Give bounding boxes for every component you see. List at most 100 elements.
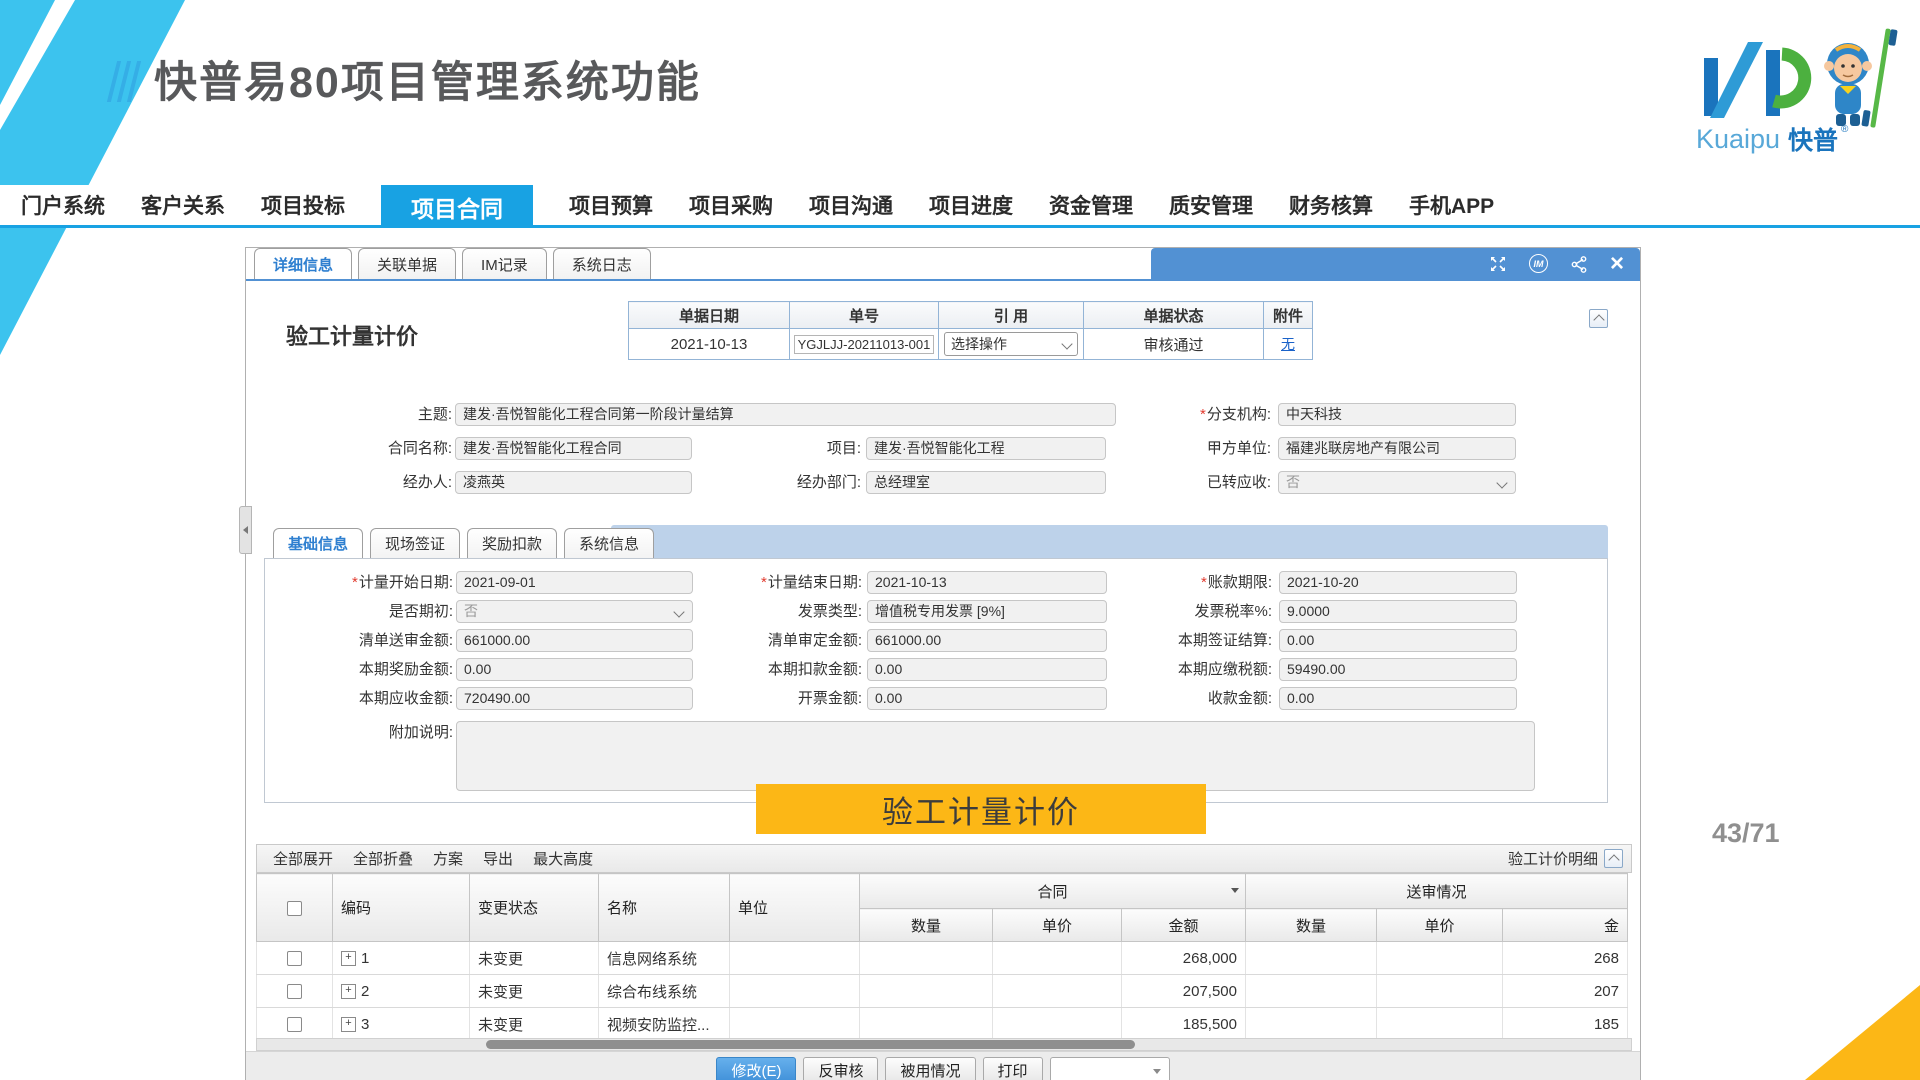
row-unit — [730, 1008, 860, 1041]
close-icon[interactable]: × — [1610, 255, 1624, 273]
group-review[interactable]: 送审情况 — [1246, 874, 1628, 909]
subtab-system-info[interactable]: 系统信息 — [564, 528, 654, 558]
collapse-grid-button[interactable] — [1604, 849, 1623, 868]
nav-item-crm[interactable]: 客户关系 — [141, 190, 225, 220]
collapse-header-button[interactable] — [1589, 309, 1608, 328]
row-review-amount: 185 — [1503, 1008, 1628, 1041]
scrollbar-thumb[interactable] — [486, 1040, 1135, 1049]
nav-item-procurement[interactable]: 项目采购 — [689, 190, 773, 220]
nav-item-budget[interactable]: 项目预算 — [569, 190, 653, 220]
invoiced-amount-field[interactable]: 0.00 — [867, 687, 1107, 710]
subject-field[interactable]: 建发·吾悦智能化工程合同第一阶段计量结算 — [455, 403, 1116, 426]
payment-deadline-field[interactable]: 2021-10-20 — [1279, 571, 1517, 594]
nav-item-portal[interactable]: 门户系统 — [21, 190, 105, 220]
col-name[interactable]: 名称 — [599, 874, 730, 942]
required-mark: * — [352, 574, 358, 591]
measure-start-field[interactable]: 2021-09-01 — [456, 571, 693, 594]
transferred-select[interactable]: 否 — [1278, 471, 1516, 494]
share-icon[interactable] — [1570, 255, 1588, 273]
col-review-price[interactable]: 单价 — [1377, 909, 1503, 942]
horizontal-scrollbar[interactable] — [256, 1038, 1632, 1051]
table-row[interactable]: +3 未变更 视频安防监控... 185,500 185 — [257, 1008, 1628, 1041]
invoice-type-field[interactable]: 增值税专用发票 [9%] — [867, 600, 1107, 623]
contract-name-field[interactable]: 建发·吾悦智能化工程合同 — [455, 437, 692, 460]
list-submitted-field[interactable]: 661000.00 — [456, 629, 693, 652]
list-approved-field[interactable]: 661000.00 — [867, 629, 1107, 652]
row-checkbox[interactable] — [287, 1017, 302, 1032]
nav-item-bidding[interactable]: 项目投标 — [261, 190, 345, 220]
collapse-all-button[interactable]: 全部折叠 — [353, 848, 413, 869]
filter-dropdown-icon[interactable] — [1231, 888, 1239, 893]
col-code[interactable]: 编码 — [333, 874, 470, 942]
im-icon[interactable]: IM — [1529, 254, 1548, 273]
nav-item-quality[interactable]: 质安管理 — [1169, 190, 1253, 220]
print-button[interactable]: 打印 — [983, 1057, 1043, 1080]
attachment-link[interactable]: 无 — [1281, 336, 1295, 352]
subtab-basic-info[interactable]: 基础信息 — [273, 528, 363, 558]
invoiced-amount-label: 开票金额: — [675, 687, 862, 710]
tax-payable-field[interactable]: 59490.00 — [1279, 658, 1517, 681]
row-checkbox[interactable] — [287, 984, 302, 999]
branch-field[interactable]: 中天科技 — [1278, 403, 1516, 426]
nav-item-contract-active[interactable]: 项目合同 — [381, 185, 533, 228]
row-name: 综合布线系统 — [599, 975, 730, 1008]
tab-im-record[interactable]: IM记录 — [462, 248, 547, 279]
col-unit[interactable]: 单位 — [730, 874, 860, 942]
reverse-audit-button[interactable]: 反审核 — [803, 1057, 878, 1080]
nav-item-progress[interactable]: 项目进度 — [929, 190, 1013, 220]
nav-item-finance[interactable]: 财务核算 — [1289, 190, 1373, 220]
col-attachment: 附件 — [1264, 302, 1313, 329]
measure-end-field[interactable]: 2021-10-13 — [867, 571, 1107, 594]
max-height-button[interactable]: 最大高度 — [533, 848, 593, 869]
select-all-checkbox[interactable] — [287, 901, 302, 916]
party-a-field[interactable]: 福建兆联房地产有限公司 — [1278, 437, 1516, 460]
group-contract[interactable]: 合同 — [860, 874, 1246, 909]
nav-item-communication[interactable]: 项目沟通 — [809, 190, 893, 220]
doc-date-value: 2021-10-13 — [629, 329, 790, 360]
nav-item-mobile-app[interactable]: 手机APP — [1409, 190, 1494, 220]
scheme-button[interactable]: 方案 — [433, 848, 463, 869]
col-change-status[interactable]: 变更状态 — [470, 874, 599, 942]
footer-dropdown[interactable] — [1050, 1057, 1170, 1080]
tab-detail-info[interactable]: 详细信息 — [254, 248, 352, 279]
note-textarea[interactable] — [456, 721, 1535, 791]
subtab-site-visa[interactable]: 现场签证 — [370, 528, 460, 558]
required-mark: * — [761, 574, 767, 591]
initial-period-select[interactable]: 否 — [456, 600, 693, 623]
col-review-qty[interactable]: 数量 — [1246, 909, 1377, 942]
col-contract-price[interactable]: 单价 — [993, 909, 1122, 942]
expand-all-button[interactable]: 全部展开 — [273, 848, 333, 869]
expand-row-icon[interactable]: + — [341, 951, 356, 966]
reference-select[interactable]: 选择操作 — [944, 332, 1078, 356]
expand-row-icon[interactable]: + — [341, 984, 356, 999]
col-contract-qty[interactable]: 数量 — [860, 909, 993, 942]
table-row[interactable]: +2 未变更 综合布线系统 207,500 207 — [257, 975, 1628, 1008]
collapse-left-handle[interactable] — [239, 506, 252, 554]
fullscreen-icon[interactable] — [1489, 255, 1507, 273]
modify-button[interactable]: 修改(E) — [716, 1057, 796, 1080]
subtab-reward-deduction[interactable]: 奖励扣款 — [467, 528, 557, 558]
col-review-amount[interactable]: 金 — [1503, 909, 1628, 942]
row-review-amount: 268 — [1503, 942, 1628, 975]
export-button[interactable]: 导出 — [483, 848, 513, 869]
project-field[interactable]: 建发·吾悦智能化工程 — [866, 437, 1106, 460]
received-amount-field[interactable]: 0.00 — [1279, 687, 1517, 710]
col-contract-amount[interactable]: 金额 — [1122, 909, 1246, 942]
invoice-rate-field[interactable]: 9.0000 — [1279, 600, 1517, 623]
row-checkbox[interactable] — [287, 951, 302, 966]
table-row[interactable]: +1 未变更 信息网络系统 268,000 268 — [257, 942, 1628, 975]
detail-grid: 编码 变更状态 名称 单位 合同 送审情况 数量 单价 金额 数量 单价 金 — [256, 873, 1636, 1041]
receivable-amount-field[interactable]: 720490.00 — [456, 687, 693, 710]
tab-system-log[interactable]: 系统日志 — [553, 248, 651, 279]
chevron-left-icon — [243, 526, 248, 534]
nav-item-funds[interactable]: 资金管理 — [1049, 190, 1133, 220]
doc-main-form: 主题: 建发·吾悦智能化工程合同第一阶段计量结算 *分支机构: 中天科技 合同名… — [264, 403, 1608, 498]
usage-status-button[interactable]: 被用情况 — [885, 1057, 975, 1080]
reward-amount-field[interactable]: 0.00 — [456, 658, 693, 681]
tab-related-docs[interactable]: 关联单据 — [358, 248, 456, 279]
expand-row-icon[interactable]: + — [341, 1017, 356, 1032]
deduction-amount-field[interactable]: 0.00 — [867, 658, 1107, 681]
handler-dept-field[interactable]: 总经理室 — [866, 471, 1106, 494]
handler-field[interactable]: 凌燕英 — [455, 471, 692, 494]
visa-settlement-field[interactable]: 0.00 — [1279, 629, 1517, 652]
